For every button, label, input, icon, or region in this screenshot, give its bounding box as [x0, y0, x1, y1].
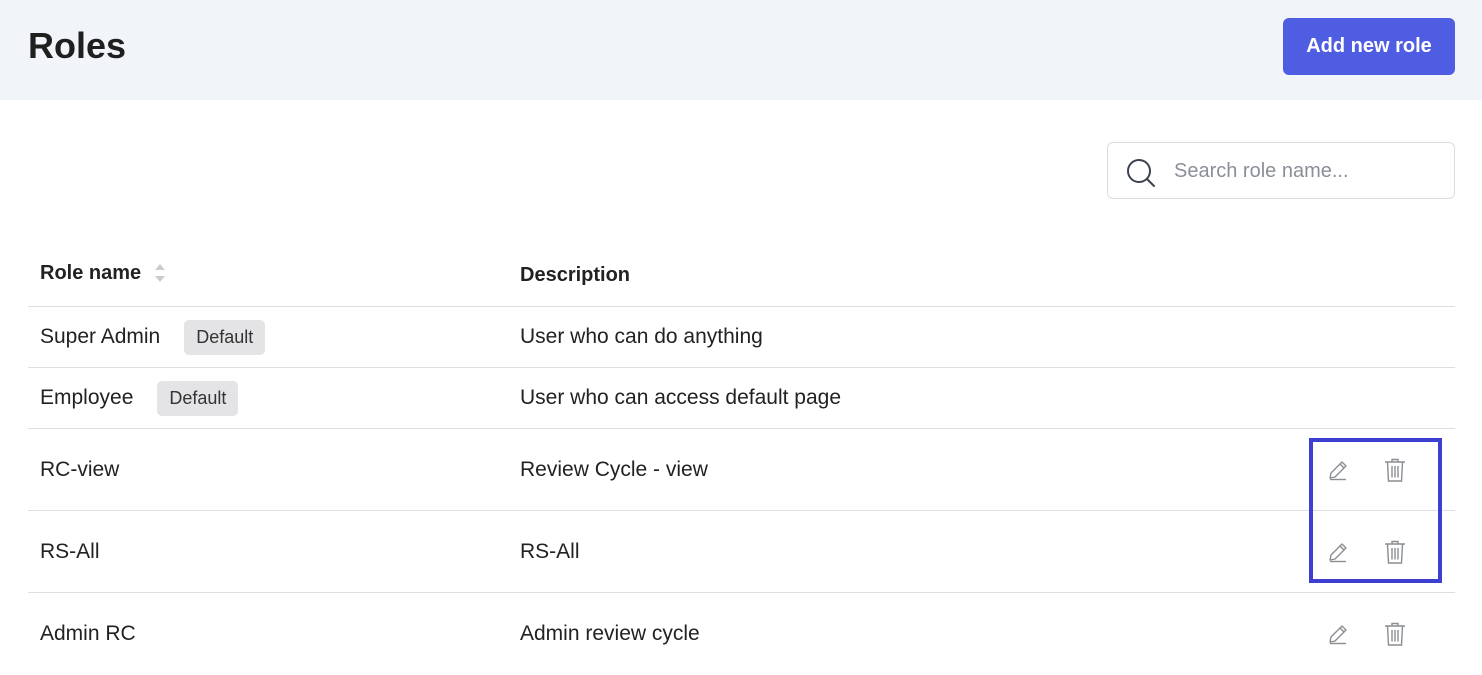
role-description: RS-All	[520, 539, 580, 563]
page-title: Roles	[28, 25, 127, 66]
role-name: Super Admin	[40, 325, 161, 348]
column-header-role-name[interactable]: Role name	[40, 240, 167, 306]
edit-icon[interactable]	[1322, 618, 1354, 650]
delete-icon[interactable]	[1379, 536, 1411, 568]
role-name-cell: RS-All	[40, 511, 100, 592]
row-actions	[1322, 511, 1411, 592]
table-row[interactable]: Admin RC Admin review cycle	[28, 593, 1455, 675]
edit-icon[interactable]	[1322, 454, 1354, 486]
role-name-cell: Admin RC	[40, 593, 136, 675]
role-description: Admin review cycle	[520, 622, 700, 645]
role-name: Employee	[40, 386, 134, 409]
add-new-role-button[interactable]: Add new role	[1283, 18, 1455, 75]
role-name-cell: Super Admin Default	[40, 307, 266, 367]
row-actions	[1322, 429, 1411, 510]
role-description: User who can access default page	[520, 386, 842, 409]
role-name: RS-All	[40, 539, 100, 563]
role-description: Review Cycle - view	[520, 457, 708, 481]
table-row[interactable]: RC-view Review Cycle - view	[28, 429, 1455, 511]
role-name: RC-view	[40, 457, 120, 481]
table-row[interactable]: Super Admin Default User who can do anythi…	[28, 307, 1455, 368]
table-row[interactable]: Employee Default User who can access defau…	[28, 368, 1455, 429]
search-icon	[1127, 159, 1155, 187]
role-name-cell: Employee Default	[40, 368, 239, 428]
search-box[interactable]	[1107, 142, 1455, 199]
delete-icon[interactable]	[1379, 454, 1411, 486]
column-header-label: Role name	[40, 261, 142, 284]
sort-icon[interactable]	[153, 262, 167, 284]
default-badge: Default	[157, 380, 239, 416]
role-name: Admin RC	[40, 622, 136, 645]
delete-icon[interactable]	[1379, 618, 1411, 650]
row-actions	[1322, 593, 1411, 675]
column-header-description: Description	[520, 263, 631, 286]
default-badge: Default	[184, 319, 266, 355]
page-header: Roles Add new role	[0, 0, 1482, 100]
search-input[interactable]	[1174, 153, 1444, 189]
role-description: User who can do anything	[520, 325, 763, 348]
role-name-cell: RC-view	[40, 429, 119, 510]
table-row[interactable]: RS-All RS-All	[28, 511, 1455, 593]
edit-icon[interactable]	[1322, 536, 1354, 568]
